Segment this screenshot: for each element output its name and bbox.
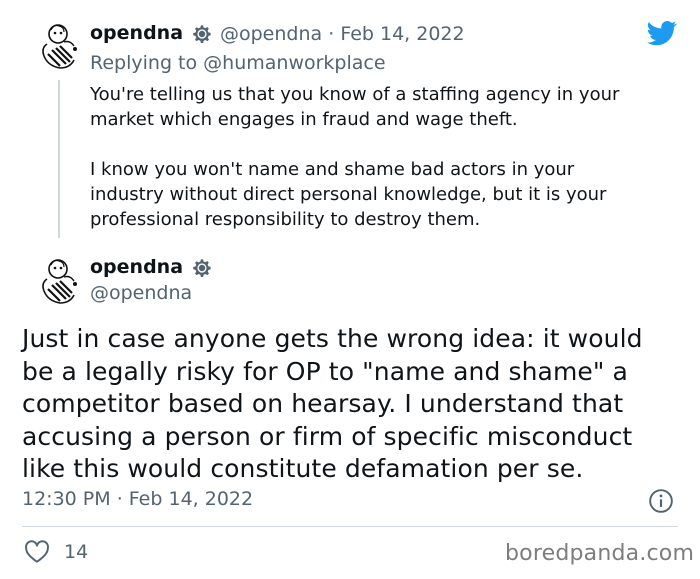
like-count[interactable]: 14 [64,541,88,563]
tweet-text-line: like this would constitute defamation pe… [22,454,584,483]
author-name[interactable]: opendna [90,22,183,44]
author-name[interactable]: opendna [90,256,183,278]
tweet-text-line: accusing a person or firm of specific mi… [22,421,633,451]
tweet-timestamp[interactable]: 12:30 PM · Feb 14, 2022 [22,488,253,510]
separator: · [328,23,335,45]
tweet-text-line: competitor based on hearsay. I understan… [22,389,624,418]
author-handle[interactable]: @opendna [90,282,192,304]
gear-icon [193,25,211,43]
heart-icon[interactable] [24,540,50,564]
tweet-text-line: Just in case anyone gets the wrong idea:… [22,324,643,353]
replying-to-label: Replying to [90,52,198,74]
avatar[interactable] [34,20,86,72]
reply-text-line: I know you won't name and shame bad acto… [90,159,575,180]
author-handle-text[interactable]: @opendna [220,23,322,45]
thread-line [58,80,60,238]
info-icon[interactable] [648,488,674,514]
reply-text-line: You're telling us that you know of a sta… [90,84,620,105]
replying-to: Replying to @humanworkplace [90,52,386,74]
tweet-time[interactable]: 12:30 PM [22,488,111,510]
avatar[interactable] [34,255,86,307]
divider [22,526,678,527]
reply-text-line: industry without direct personal knowled… [90,184,607,205]
twitter-bird-icon[interactable] [645,18,679,48]
separator: · [116,488,123,510]
tweet-text-line: be a legally risky for OP to "name and s… [22,356,628,386]
tweet-date[interactable]: Feb 14, 2022 [340,23,464,45]
author-handle[interactable]: @opendna · Feb 14, 2022 [220,23,465,45]
tweet-text: Just in case anyone gets the wrong idea:… [22,323,643,486]
reply-text-line: market which engages in fraud and wage t… [90,109,518,130]
tweet-date[interactable]: Feb 14, 2022 [129,488,253,510]
reply-text-line: professional responsibility to destroy t… [90,209,481,230]
watermark: boredpanda.com [505,541,695,566]
gear-icon [193,259,211,277]
replying-to-handle[interactable]: @humanworkplace [203,52,385,74]
